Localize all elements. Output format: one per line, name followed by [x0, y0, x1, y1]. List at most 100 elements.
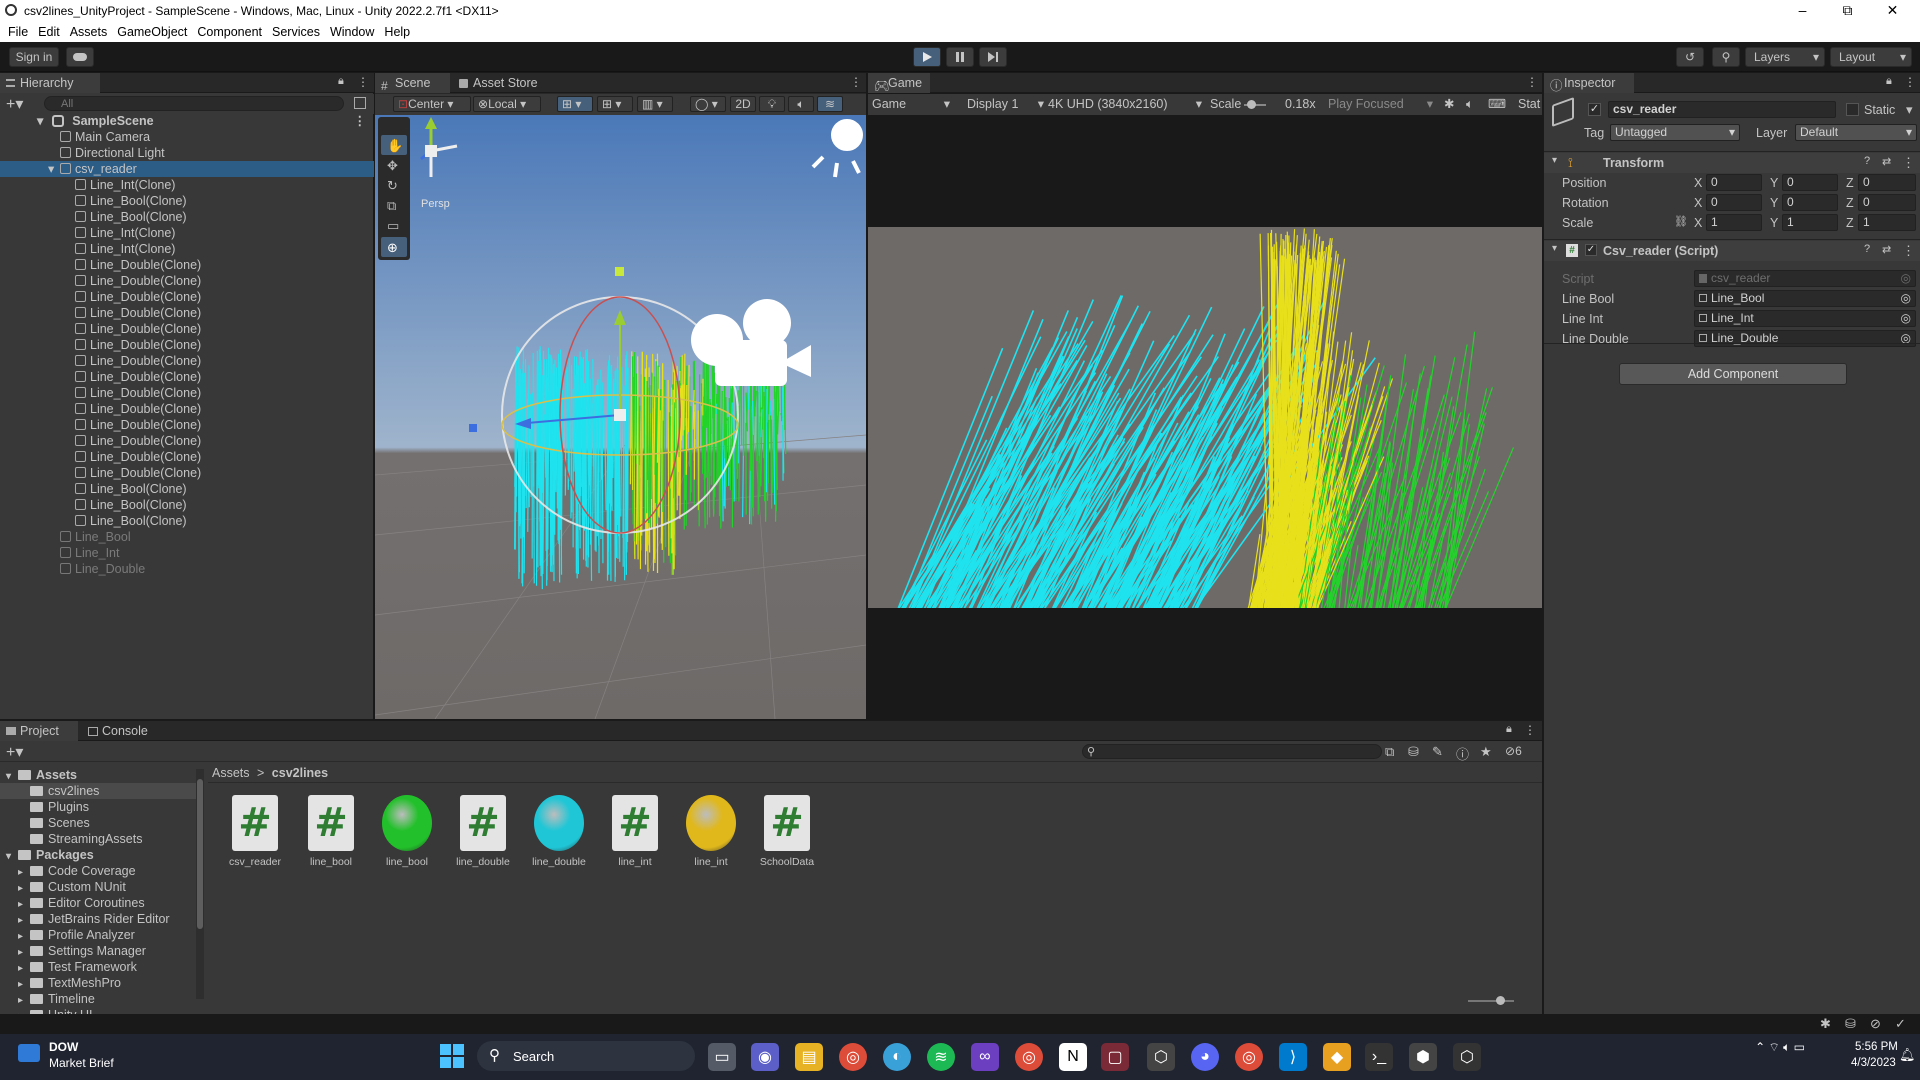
menu-services[interactable]: Services: [272, 25, 320, 39]
hierarchy-item[interactable]: Line_Double(Clone): [0, 257, 374, 273]
transform-y-field[interactable]: 0: [1782, 194, 1838, 211]
hierarchy-item[interactable]: Line_Double(Clone): [0, 289, 374, 305]
lock-icon[interactable]: 🔒︎: [1506, 723, 1512, 736]
lock-icon[interactable]: 🔒︎: [338, 75, 344, 88]
unity-editor-icon[interactable]: ⬢: [1409, 1043, 1437, 1071]
project-tree-item[interactable]: ▸ Editor Coroutines: [0, 895, 200, 911]
project-tree-item[interactable]: ▸ Timeline: [0, 991, 200, 1007]
transform-x-field[interactable]: 1: [1706, 214, 1762, 231]
search-scope-icon[interactable]: ⧉: [1385, 744, 1394, 760]
object-reference-field[interactable]: Line_Bool ◎: [1694, 290, 1916, 307]
chevron-down-icon[interactable]: ▾: [1906, 102, 1913, 118]
add-icon[interactable]: +▾: [6, 742, 23, 762]
scale-tool-icon[interactable]: ⧉: [387, 199, 396, 214]
script-enabled-checkbox[interactable]: ✓: [1585, 244, 1597, 256]
breadcrumb-csv2lines[interactable]: csv2lines: [272, 766, 328, 780]
script-asset[interactable]: # csv_reader: [220, 794, 290, 868]
tab-asset-store[interactable]: Asset Store: [453, 73, 553, 93]
hierarchy-item[interactable]: Line_Bool: [0, 529, 374, 545]
notifications-icon[interactable]: 🔔︎: [1899, 1047, 1916, 1063]
sign-in-button[interactable]: Sign in: [9, 47, 59, 67]
unity-hub-icon[interactable]: ⬡: [1147, 1043, 1175, 1071]
file-explorer-icon[interactable]: ▤: [795, 1043, 823, 1071]
move-tool-icon[interactable]: ✥: [387, 159, 398, 174]
transform-x-field[interactable]: 0: [1706, 174, 1762, 191]
draw-mode-button[interactable]: ◯ ▾: [690, 96, 726, 112]
menu-file[interactable]: File: [8, 25, 28, 39]
unity-icon[interactable]: ⬡: [1453, 1043, 1481, 1071]
no-network-icon[interactable]: ⊘: [1870, 1016, 1881, 1032]
rect-tool-icon[interactable]: ▭: [387, 219, 399, 234]
tree-scrollbar-thumb[interactable]: [197, 779, 203, 929]
add-icon[interactable]: +▾: [6, 94, 23, 114]
cloud-button[interactable]: [66, 47, 94, 67]
tag-dropdown[interactable]: Untagged ▾: [1610, 124, 1740, 141]
discord-icon[interactable]: ◕: [1191, 1043, 1219, 1071]
recording-app-icon[interactable]: ▢: [1101, 1043, 1129, 1071]
lock-icon[interactable]: 🔒︎: [1886, 75, 1892, 88]
history-button[interactable]: ↺: [1676, 47, 1704, 67]
hierarchy-item[interactable]: Line_Double(Clone): [0, 321, 374, 337]
link-icon[interactable]: ⛓: [1674, 215, 1688, 228]
teams-icon[interactable]: ◉: [751, 1043, 779, 1071]
project-tree-item[interactable]: ▸ Test Framework: [0, 959, 200, 975]
bug-icon[interactable]: ✱: [1444, 94, 1454, 115]
hierarchy-item[interactable]: Line_Double(Clone): [0, 433, 374, 449]
gizmo-handle-z[interactable]: [469, 424, 477, 432]
windows-start-icon[interactable]: [440, 1044, 464, 1068]
project-tree-item[interactable]: ▸ Settings Manager: [0, 943, 200, 959]
scene-viewport[interactable]: Persp ✋ ✥ ↻ ⧉ ▭ ⊕: [375, 115, 866, 719]
space-dropdown[interactable]: ⊗Local ▾: [473, 96, 541, 112]
object-reference-field[interactable]: Line_Int ◎: [1694, 310, 1916, 327]
active-checkbox[interactable]: ✓: [1588, 103, 1601, 116]
tab-game[interactable]: 🎮︎ Game: [868, 73, 930, 93]
hierarchy-item[interactable]: Line_Double(Clone): [0, 353, 374, 369]
script-asset[interactable]: # line_int: [600, 794, 670, 868]
chevron-down-icon[interactable]: ▾: [48, 161, 54, 177]
more-icon[interactable]: ⋮: [1524, 723, 1536, 737]
visual-studio-icon[interactable]: ∞: [971, 1043, 999, 1071]
tab-inspector[interactable]: ⓘ Inspector: [1544, 73, 1634, 93]
hierarchy-item[interactable]: Line_Bool(Clone): [0, 481, 374, 497]
hierarchy-item[interactable]: Line_Double(Clone): [0, 401, 374, 417]
more-icon[interactable]: ⋮: [1902, 243, 1915, 259]
display-dropdown[interactable]: Display 1 ▾: [967, 94, 1044, 115]
maximize-button[interactable]: ⧉: [1825, 0, 1870, 22]
menu-window[interactable]: Window: [330, 25, 374, 39]
search-button[interactable]: ⚲: [1712, 47, 1740, 67]
bug-icon[interactable]: ✱: [1820, 1016, 1831, 1032]
hierarchy-item[interactable]: Line_Bool(Clone): [0, 513, 374, 529]
hierarchy-item[interactable]: Line_Double(Clone): [0, 337, 374, 353]
hierarchy-item[interactable]: Line_Double: [0, 561, 374, 577]
more-icon[interactable]: ⋮: [850, 75, 862, 89]
hierarchy-item[interactable]: Line_Int: [0, 545, 374, 561]
project-tree-item[interactable]: ▸ Code Coverage: [0, 863, 200, 879]
material-asset[interactable]: line_double: [524, 794, 594, 868]
resolution-dropdown[interactable]: 4K UHD (3840x2160) ▾: [1048, 94, 1202, 115]
hierarchy-item[interactable]: Line_Bool(Clone): [0, 193, 374, 209]
more-icon[interactable]: ⋮: [1904, 75, 1916, 89]
object-reference-field[interactable]: Line_Double ◎: [1694, 330, 1916, 347]
script-header[interactable]: ▾ # ✓ Csv_reader (Script) ? ⇄ ⋮: [1544, 241, 1920, 261]
hierarchy-item[interactable]: Line_Int(Clone): [0, 241, 374, 257]
terminal-icon[interactable]: ›_: [1365, 1043, 1393, 1071]
project-tree-item[interactable]: csv2lines: [0, 783, 200, 799]
clock-date[interactable]: 4/3/2023: [1851, 1057, 1896, 1069]
ruler-button[interactable]: ▥ ▾: [637, 96, 673, 112]
hierarchy-item[interactable]: Line_Double(Clone): [0, 385, 374, 401]
more-icon[interactable]: ⋮: [354, 113, 367, 129]
play-focused-dropdown[interactable]: Play Focused ▾: [1328, 94, 1433, 115]
persp-label[interactable]: Persp: [421, 198, 450, 210]
step-button[interactable]: [979, 47, 1007, 67]
tab-project[interactable]: Project: [0, 721, 78, 741]
scene-render[interactable]: Persp ✋ ✥ ↻ ⧉ ▭ ⊕: [375, 115, 866, 719]
menu-edit[interactable]: Edit: [38, 25, 60, 39]
project-tree-item[interactable]: StreamingAssets: [0, 831, 200, 847]
check-icon[interactable]: ✓: [1895, 1016, 1906, 1032]
project-tree-item[interactable]: ▾ Assets: [0, 767, 200, 783]
project-tree-item[interactable]: ▸ Profile Analyzer: [0, 927, 200, 943]
chrome-icon[interactable]: ◎: [1235, 1043, 1263, 1071]
layout-dropdown[interactable]: Layout ▾: [1830, 47, 1912, 67]
chrome-icon[interactable]: ◎: [839, 1043, 867, 1071]
transform-y-field[interactable]: 0: [1782, 174, 1838, 191]
